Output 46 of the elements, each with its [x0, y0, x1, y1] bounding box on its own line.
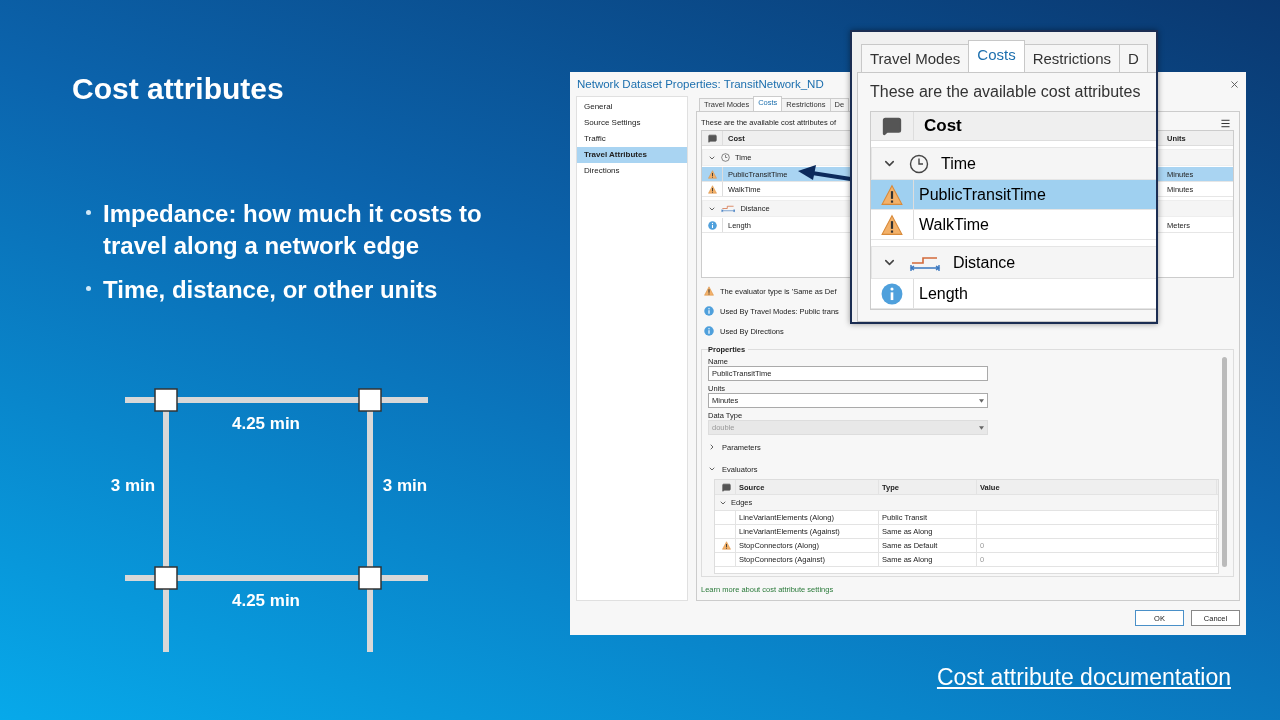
cost-name: PublicTransitTime — [918, 185, 1046, 204]
bullet-text: Time, distance, or other units — [103, 275, 438, 305]
chevron-right-icon[interactable] — [708, 443, 716, 452]
window-title: Network Dataset Properties: TransitNetwork_ND — [577, 78, 824, 91]
comment-icon — [707, 133, 717, 143]
cost-name: WalkTime — [918, 215, 989, 234]
group-label: Time — [941, 154, 976, 173]
edge-label: 4.25 min — [232, 591, 300, 610]
bullet-dot — [86, 210, 91, 215]
sidebar-item[interactable]: Directions — [577, 163, 687, 180]
network-node — [358, 566, 382, 590]
cost-name: Length — [918, 284, 968, 303]
caret-icon[interactable] — [979, 398, 984, 403]
clock-icon — [909, 153, 929, 174]
network-node — [358, 388, 382, 412]
table-row[interactable]: Length — [871, 279, 1156, 309]
table-row[interactable]: WalkTime — [871, 210, 1156, 240]
sidebar-item[interactable]: Traffic — [577, 131, 687, 148]
sidebar-item[interactable]: General — [577, 99, 687, 116]
bullet-dot — [86, 286, 91, 291]
edge-label: 4.25 min — [232, 414, 300, 433]
tab[interactable]: Restrictions — [1023, 44, 1120, 72]
close-button[interactable] — [1229, 78, 1240, 90]
sidebar-item[interactable]: Travel Attributes — [577, 147, 687, 164]
network-node — [154, 566, 178, 590]
menu-icon[interactable] — [1220, 118, 1231, 130]
comment-icon — [882, 116, 902, 136]
tab[interactable]: Travel Modes — [861, 44, 970, 72]
bullet-text: Impedance: how much it costs to travel along a network edge — [103, 199, 483, 261]
group-row[interactable]: Distance — [871, 246, 1156, 279]
sidebar-item[interactable]: Source Settings — [577, 115, 687, 132]
group-row[interactable]: Time — [871, 147, 1156, 180]
description-text: These are the available cost attributes — [870, 83, 1142, 102]
slide-title: Cost attributes — [72, 72, 285, 106]
distance-icon — [721, 204, 736, 214]
network-node — [154, 388, 178, 412]
edge-label: 3 min — [110, 476, 156, 495]
tab[interactable]: Costs — [968, 40, 1025, 72]
edge-label: 3 min — [382, 476, 428, 495]
clock-icon — [721, 153, 730, 163]
tab[interactable]: D — [1119, 44, 1148, 72]
table-row[interactable]: PublicTransitTime — [871, 180, 1156, 210]
group-label: Distance — [953, 253, 1016, 272]
comment-icon — [722, 482, 731, 492]
column-header: Cost — [923, 116, 962, 136]
documentation-link[interactable]: Cost attribute documentation — [936, 664, 1231, 691]
